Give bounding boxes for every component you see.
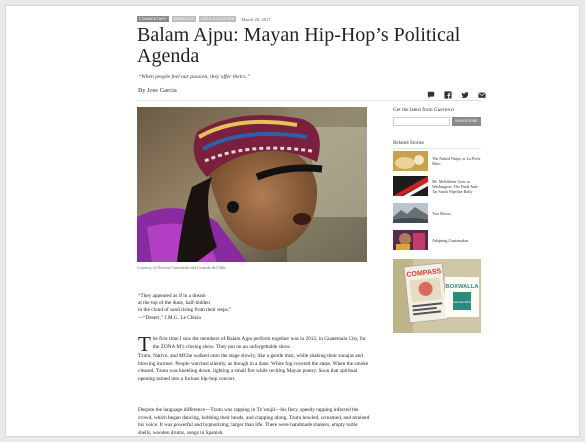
header-divider (137, 100, 481, 101)
email-input[interactable] (393, 117, 450, 126)
facebook-icon[interactable] (444, 86, 452, 99)
byline[interactable]: By Jose Garcia (138, 87, 177, 94)
article-paragraph: T he first time I saw the members of Bal… (138, 332, 370, 356)
tag-row: COMMENTARY AMERICAS ARTS & CULTURE March… (137, 16, 271, 22)
comment-icon[interactable] (427, 86, 435, 99)
newsletter-heading: Get the latest from Guernica (393, 107, 454, 113)
related-title: The Naked Ninja, or La Perle Marc (432, 156, 481, 166)
epigraph-attribution: —“Desert,” J.M.G. Le Clézio (138, 314, 202, 321)
drop-cap: T (138, 332, 151, 356)
ad-tagline: Read the World (452, 300, 473, 304)
related-thumbnail (393, 151, 428, 171)
publish-date: March 20, 2017 (241, 16, 271, 22)
related-thumbnail (393, 176, 428, 196)
related-story[interactable]: The Naked Ninja, or La Perle Marc (393, 151, 483, 171)
sidebar-ad[interactable]: COMPASS BOXWALLA Read the World (393, 259, 481, 333)
image-caption: Courtesy of Victoria Castañeda and Gerar… (137, 265, 227, 270)
newsletter-brand: Guernica (433, 107, 454, 113)
article-paragraph: Tzutu, Nativo, and MChe walked onto the … (138, 353, 369, 382)
related-thumbnail (393, 203, 428, 223)
related-title: Two Rivers (432, 210, 451, 216)
related-story[interactable]: Adopting Guatemalan (393, 230, 483, 250)
related-divider (393, 148, 481, 149)
related-story[interactable]: Mr. McKibben Goes to Washington: The Fin… (393, 176, 483, 196)
related-thumbnail (393, 230, 428, 250)
tag-americas[interactable]: AMERICAS (171, 16, 196, 22)
article-paragraph: Despite the language difference—Tzutu wa… (138, 407, 370, 436)
article-page: COMMENTARY AMERICAS ARTS & CULTURE March… (5, 5, 580, 437)
article-dek: “When people feel our passion, they offe… (138, 74, 251, 80)
ad-brand: BOXWALLA (445, 284, 479, 290)
newsletter-heading-text: Get the latest from (393, 107, 434, 113)
tag-arts-culture[interactable]: ARTS & CULTURE (199, 16, 237, 22)
article-title: Balam Ajpu: Mayan Hip-Hop’s Political Ag… (137, 24, 461, 67)
paragraph-text: he first time I saw the members of Balam… (152, 336, 367, 350)
email-icon[interactable] (478, 86, 486, 98)
tag-commentary[interactable]: COMMENTARY (137, 16, 169, 22)
epigraph: “They appeared as if in a dream at the t… (138, 293, 231, 322)
related-title: Adopting Guatemalan (432, 237, 469, 243)
twitter-icon[interactable] (461, 86, 469, 99)
subscribe-button[interactable]: SUBSCRIBE (452, 117, 481, 126)
related-story[interactable]: Two Rivers (393, 203, 483, 223)
epigraph-line: in the cloud of sand rising from their s… (138, 307, 232, 314)
related-stories-heading: Related Stories (393, 140, 424, 146)
hero-image (137, 107, 367, 262)
share-bar (427, 86, 486, 99)
related-title: Mr. McKibben Goes to Washington: The Fin… (432, 178, 479, 194)
